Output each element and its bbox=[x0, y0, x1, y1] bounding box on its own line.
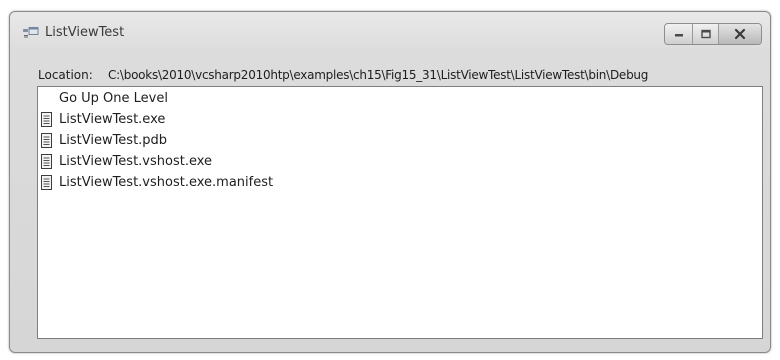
maximize-icon bbox=[700, 29, 711, 39]
list-item-label: ListViewTest.vshost.exe.manifest bbox=[59, 175, 274, 190]
location-label: Location: bbox=[38, 68, 93, 82]
caption-buttons bbox=[664, 23, 762, 45]
list-item-file[interactable]: ListViewTest.exe bbox=[38, 110, 165, 129]
list-item-file[interactable]: ListViewTest.pdb bbox=[38, 131, 167, 150]
list-item-file[interactable]: ListViewTest.vshost.exe bbox=[38, 152, 212, 171]
list-item-label: Go Up One Level bbox=[59, 91, 168, 106]
list-item-label: ListViewTest.pdb bbox=[59, 133, 168, 148]
maximize-button[interactable] bbox=[693, 24, 719, 44]
file-icon bbox=[41, 154, 52, 169]
title-bar[interactable]: ListViewTest bbox=[10, 12, 770, 52]
minimize-button[interactable] bbox=[665, 24, 693, 44]
file-icon bbox=[41, 112, 52, 127]
list-item-file[interactable]: ListViewTest.vshost.exe.manifest bbox=[38, 173, 273, 192]
file-list-view[interactable]: Go Up One Level ListViewTest.exe ListVie… bbox=[37, 86, 763, 339]
window-title: ListViewTest bbox=[45, 25, 125, 40]
file-icon bbox=[41, 133, 52, 148]
list-item-go-up[interactable]: Go Up One Level bbox=[38, 89, 168, 108]
minimize-icon bbox=[674, 34, 683, 37]
blank-icon bbox=[41, 91, 52, 106]
app-window-icon bbox=[23, 27, 39, 38]
list-item-label: ListViewTest.exe bbox=[59, 112, 166, 127]
list-item-label: ListViewTest.vshost.exe bbox=[59, 154, 213, 169]
close-icon bbox=[734, 28, 746, 40]
file-icon bbox=[41, 175, 52, 190]
listviewtest-window: ListViewTest Location: C:\books\2010\vcs… bbox=[9, 11, 771, 353]
location-path: C:\books\2010\vcsharp2010htp\examples\ch… bbox=[108, 68, 649, 82]
close-button[interactable] bbox=[719, 24, 761, 44]
